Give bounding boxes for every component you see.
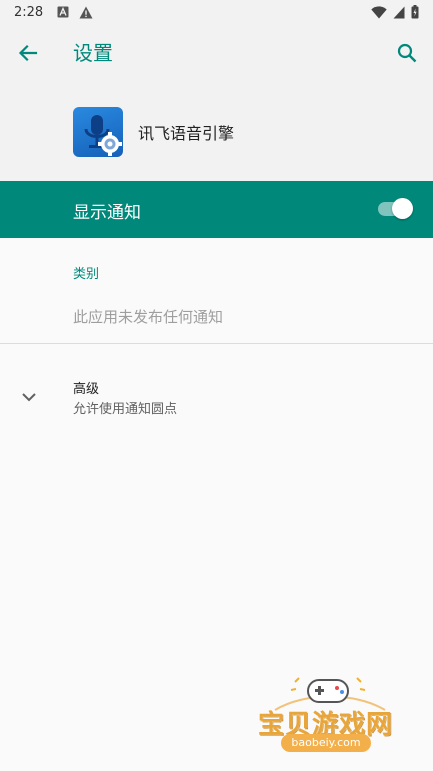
search-icon bbox=[397, 43, 417, 63]
app-header: 讯飞语音引擎 bbox=[0, 82, 433, 181]
show-notifications-label: 显示通知 bbox=[73, 203, 141, 223]
no-notifications-text: 此应用未发布任何通知 bbox=[73, 308, 224, 326]
chevron-down-icon bbox=[22, 393, 36, 402]
divider bbox=[0, 343, 433, 344]
status-time: 2:28 bbox=[14, 4, 44, 20]
advanced-section[interactable]: 高级 允许使用通知圆点 bbox=[0, 368, 433, 424]
app-icon bbox=[73, 107, 123, 157]
wifi-icon bbox=[371, 5, 387, 18]
category-header: 类别 bbox=[73, 267, 100, 282]
microphone-gear-icon bbox=[84, 115, 122, 156]
a-box-icon bbox=[57, 6, 69, 18]
status-right-icons bbox=[371, 0, 419, 24]
status-left-icons bbox=[57, 6, 93, 19]
advanced-title: 高级 bbox=[73, 382, 100, 397]
search-button[interactable] bbox=[393, 39, 421, 67]
page-title: 设置 bbox=[73, 41, 113, 65]
app-name: 讯飞语音引擎 bbox=[138, 124, 235, 143]
battery-icon bbox=[411, 5, 419, 19]
back-button[interactable] bbox=[14, 39, 42, 67]
app-bar: 设置 bbox=[0, 24, 433, 82]
switch-thumb[interactable] bbox=[392, 198, 413, 219]
signal-icon bbox=[393, 6, 405, 18]
arrow-left-icon bbox=[18, 44, 38, 62]
status-bar: 2:28 bbox=[0, 0, 433, 24]
advanced-summary: 允许使用通知圆点 bbox=[73, 402, 178, 417]
show-notifications-switch-bar[interactable]: 显示通知 bbox=[0, 181, 433, 238]
warning-icon bbox=[79, 6, 93, 18]
watermark: 宝贝游戏网 baobeiy.com bbox=[255, 672, 405, 762]
watermark-url: baobeiy.com bbox=[281, 734, 371, 752]
